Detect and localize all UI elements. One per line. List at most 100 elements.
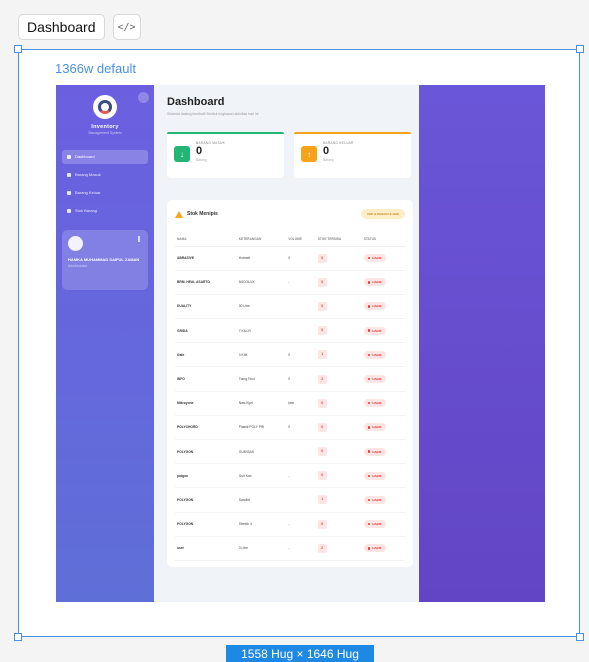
stat-card-barang-keluar: ↑ BARANG KELUAR 0 Barang	[294, 132, 411, 178]
cell-stok: 0	[315, 294, 362, 320]
status-badge: HABIS	[363, 471, 386, 480]
cell-name: INFO	[175, 366, 237, 392]
cell-status: HABIS	[361, 391, 405, 416]
status-text: HABIS	[372, 377, 382, 382]
column-header[interactable]: STATUS	[361, 232, 405, 247]
table-row[interactable]: user 3 Litre -2 HABIS	[175, 536, 405, 561]
status-dot-icon	[367, 498, 371, 502]
resize-handle-bottom-left[interactable]	[14, 633, 22, 641]
status-badge: HABIS	[363, 544, 386, 553]
arrow-up-icon	[67, 190, 71, 195]
sidebar-item-barang-masuk[interactable]: Barang Masuk	[62, 168, 148, 182]
table-row[interactable]: POLYGON Sandbit 1 HABIS	[175, 487, 405, 513]
status-badge: HABIS	[363, 302, 386, 311]
resize-handle-top-right[interactable]	[576, 45, 584, 53]
cell-keterangan: 7 KILLR	[236, 318, 287, 344]
table-row[interactable]: POLYGON GUM BAS 0 HABIS	[175, 439, 405, 465]
table-row[interactable]: GRIDA 7 KILLR 0 HABIS	[175, 318, 405, 344]
cell-volume	[286, 318, 316, 344]
app-preview: Inventory Management System Dashboard Ba…	[56, 85, 545, 602]
cell-status: HABIS	[361, 318, 405, 344]
sidebar-item-dashboard[interactable]: Dashboard	[62, 149, 148, 164]
user-card[interactable]: HAMKA MUHAMMAD SAIFUL ZAMAN Administrato…	[62, 229, 148, 290]
status-badge: HABIS	[363, 423, 386, 432]
user-name: HAMKA MUHAMMAD SAIFUL ZAMAN	[68, 256, 140, 262]
canvas-frame[interactable]: 1366w default Inventory Management Syste…	[14, 45, 584, 641]
main-content: Dashboard Selamat datang kembali! Beriku…	[154, 85, 419, 602]
table-row[interactable]: potgon Gult Kan -0 HABIS	[175, 463, 405, 489]
stat-value: 0	[196, 145, 203, 157]
table-row[interactable]: BRM. HEAL ASARTO ASCOLUX -0 HABIS	[175, 270, 405, 295]
sidebar-item-stok-barang[interactable]: Stok Barang	[62, 204, 148, 218]
status-dot-icon	[367, 281, 371, 284]
cell-status: HABIS	[361, 294, 405, 320]
sidebar-item-barang-keluar[interactable]: Barang Keluar	[62, 186, 148, 200]
low-stock-card: Stok Menipis CEK & PESAN ULANG NAMA KETE…	[167, 200, 413, 567]
cell-status: HABIS	[361, 536, 405, 561]
status-text: HABIS	[372, 425, 382, 430]
page-description: Selamat datang kembali! Berikut ringkasa…	[167, 112, 259, 116]
resize-handle-top-left[interactable]	[14, 45, 22, 53]
status-badge: HABIS	[363, 375, 386, 384]
cell-keterangan: Tiang Tinci	[236, 366, 287, 392]
column-header[interactable]: VOLUME	[286, 232, 316, 247]
cell-volume: -	[286, 512, 316, 537]
stat-value: 0	[323, 145, 330, 157]
table-row[interactable]: INFO Tiang Tinci 0 2 HABIS	[175, 366, 405, 392]
stock-badge: 1	[317, 495, 327, 505]
status-badge: HABIS	[363, 520, 386, 529]
dashboard-tab-button[interactable]: Dashboard	[18, 14, 105, 40]
status-badge: HABIS	[363, 495, 386, 504]
status-text: HABIS	[372, 546, 382, 551]
cell-name: GRIDA	[175, 318, 237, 344]
cell-stok: 2	[315, 536, 362, 561]
cell-status: HABIS	[361, 512, 405, 537]
stat-unit: Barang	[323, 157, 334, 162]
stock-badge: 0	[317, 519, 327, 529]
cell-keterangan: Hotmelt	[236, 246, 287, 271]
table-row[interactable]: Mikroyone Nasi Kipri kein 0 HABIS	[175, 391, 405, 416]
cell-name: POLYGON	[175, 512, 237, 537]
reorder-button[interactable]: CEK & PESAN ULANG	[360, 209, 405, 219]
status-text: HABIS	[372, 256, 382, 261]
cell-keterangan: 3 Litre	[236, 536, 287, 561]
status-dot-icon	[367, 401, 371, 405]
table-row[interactable]: Gate 3 KIM 0 1 HABIS	[175, 342, 405, 368]
arrow-up-icon: ↑	[301, 146, 317, 162]
cell-status: HABIS	[361, 342, 405, 368]
cell-volume	[286, 294, 316, 320]
cell-volume: -	[286, 270, 316, 295]
column-header[interactable]: KETERANGAN	[236, 232, 287, 247]
status-text: HABIS	[372, 280, 382, 285]
cell-volume: -	[286, 536, 316, 561]
app-name: Inventory	[91, 124, 119, 130]
cell-volume: 0	[286, 366, 316, 392]
stock-badge: 0	[317, 253, 327, 263]
cell-volume: -	[286, 463, 316, 489]
app-subtitle: Management System	[88, 131, 122, 135]
arrow-down-icon	[67, 172, 71, 177]
status-dot-icon	[367, 426, 371, 429]
sidebar-nav: Dashboard Barang Masuk Barang Keluar Sto…	[62, 149, 148, 218]
cell-volume	[286, 487, 316, 513]
sidebar-collapse-button[interactable]	[138, 92, 149, 103]
status-text: HABIS	[372, 401, 382, 406]
toolbar: Dashboard </>	[18, 14, 141, 40]
table-row[interactable]: POLYGON Stretch 4-0 HABIS	[175, 512, 405, 537]
table-row[interactable]: POLYCHORD Plastik POLY PRI 0 0 HABIS	[175, 415, 405, 441]
column-header[interactable]: STOK TERSISA	[315, 232, 362, 247]
cell-name: POLYGON	[175, 487, 237, 513]
resize-handle-bottom-right[interactable]	[576, 633, 584, 641]
code-view-button[interactable]: </>	[112, 14, 141, 40]
table-row[interactable]: DUALITY 30 Litre 0 HABIS	[175, 294, 405, 320]
cell-volume: 0	[286, 342, 316, 368]
low-stock-title: Stok Menipis	[175, 210, 218, 218]
cell-stok: 2	[315, 366, 362, 392]
status-dot-icon	[367, 474, 371, 478]
low-stock-table: NAMA KETERANGAN VOLUME STOK TERSISA STAT…	[175, 232, 405, 561]
cell-keterangan: Stretch 4	[236, 512, 287, 537]
table-row[interactable]: ABRASIVE Hotmelt 0 0 HABIS	[175, 246, 405, 271]
cell-name: POLYGON	[175, 439, 237, 465]
user-menu-icon[interactable]	[138, 235, 140, 242]
column-header[interactable]: NAMA	[175, 232, 237, 247]
